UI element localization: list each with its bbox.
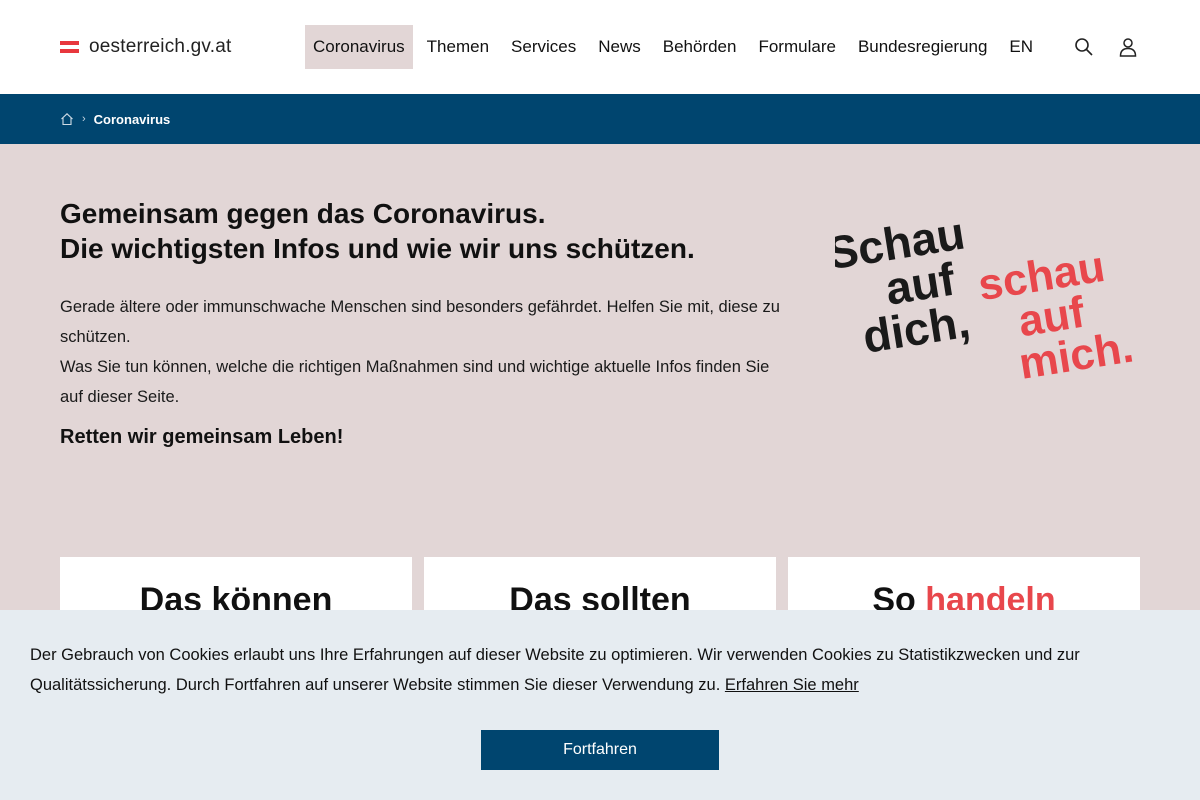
user-icon[interactable] <box>1118 36 1138 58</box>
cookie-text: Der Gebrauch von Cookies erlaubt uns Ihr… <box>30 640 1170 700</box>
page-title-line-1: Gemeinsam gegen das Coronavirus. <box>60 198 546 229</box>
hero-intro-line-2: Was Sie tun können, welche die richtigen… <box>60 358 770 406</box>
search-icon[interactable] <box>1074 36 1094 58</box>
page-title: Gemeinsam gegen das Coronavirus. Die wic… <box>60 196 790 266</box>
cookie-banner: Der Gebrauch von Cookies erlaubt uns Ihr… <box>0 610 1200 800</box>
hero-callout: Retten wir gemeinsam Leben! <box>60 426 344 448</box>
austria-flag-icon <box>60 40 79 54</box>
breadcrumb-current: Coronavirus <box>93 111 171 127</box>
slogan-graphic: Schau auf dich, schau auf mich. <box>835 206 1137 382</box>
cookie-message: Der Gebrauch von Cookies erlaubt uns Ihr… <box>30 646 1080 694</box>
cookie-continue-button[interactable]: Fortfahren <box>481 730 719 770</box>
cookie-learn-more-link[interactable]: Erfahren Sie mehr <box>725 676 859 694</box>
nav-item-coronavirus[interactable]: Coronavirus <box>305 25 413 69</box>
nav-item-news[interactable]: News <box>590 25 649 69</box>
hero-intro: Gerade ältere oder immunschwache Mensche… <box>60 292 790 412</box>
nav-item-formulare[interactable]: Formulare <box>750 25 843 69</box>
main-nav: Coronavirus Themen Services News Behörde… <box>305 25 1047 69</box>
header-actions <box>1074 36 1138 58</box>
chevron-right-icon: › <box>82 113 86 125</box>
hero-intro-line-1: Gerade ältere oder immunschwache Mensche… <box>60 298 780 346</box>
slogan-dark-3: dich, <box>859 295 973 363</box>
nav-item-bundesregierung[interactable]: Bundesregierung <box>850 25 995 69</box>
page-title-line-2: Die wichtigsten Infos und wie wir uns sc… <box>60 233 695 264</box>
home-icon[interactable] <box>60 112 74 126</box>
hero-text: Gemeinsam gegen das Coronavirus. Die wic… <box>60 196 790 449</box>
site-header: oesterreich.gv.at Coronavirus Themen Ser… <box>0 0 1200 94</box>
nav-item-themen[interactable]: Themen <box>419 25 497 69</box>
nav-item-language-en[interactable]: EN <box>1001 25 1041 69</box>
nav-item-behoerden[interactable]: Behörden <box>655 25 745 69</box>
logo-text: oesterreich.gv.at <box>89 36 232 57</box>
site-logo[interactable]: oesterreich.gv.at <box>60 36 305 58</box>
breadcrumb: › Coronavirus <box>0 94 1200 144</box>
nav-item-services[interactable]: Services <box>503 25 584 69</box>
